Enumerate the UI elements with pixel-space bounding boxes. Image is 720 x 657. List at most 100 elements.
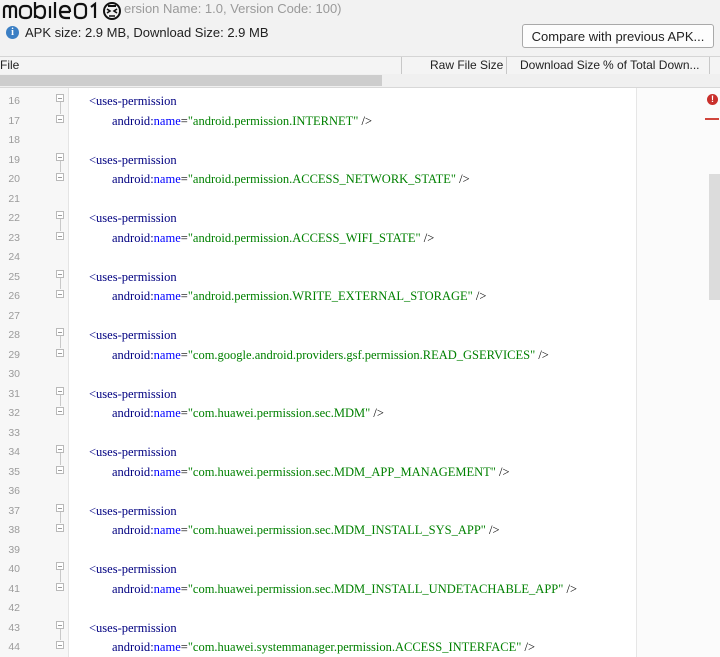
fold-icon[interactable] [56,173,64,181]
attribute-value: "android.permission.INTERNET" [187,113,359,128]
line-number: 35 [8,465,20,478]
code-line[interactable]: 39 [0,539,636,559]
column-divider[interactable] [506,57,507,74]
fold-icon[interactable] [56,386,64,395]
code-line[interactable]: 41 android:name="com.huawei.permission.se… [0,570,636,598]
code-line[interactable]: 29 android:name="com.google.android.provi… [0,336,636,364]
code-line[interactable]: 26 android:name="android.permission.WRITE… [0,277,636,305]
fold-icon[interactable] [56,562,64,570]
line-number: 31 [8,387,20,400]
equals-sign: = [180,406,188,420]
attribute-value: "android.permission.ACCESS_NETWORK_STATE… [187,172,457,186]
fold-icon[interactable] [56,524,64,532]
apk-size-text: APK size: 2.9 MB, Download Size: 2.9 MB [25,24,269,40]
fold-icon[interactable] [56,328,64,336]
column-header-download-size[interactable]: Download Size [520,58,600,73]
equals-sign: = [180,523,188,537]
fold-icon[interactable] [56,620,64,629]
fold-icon[interactable] [56,114,64,123]
code-line[interactable]: 40 <uses-permission [0,558,636,578]
column-header-percent-total[interactable]: % of Total Down... [603,58,700,73]
fold-icon[interactable] [56,152,64,161]
xml-tag-open: <uses-permission [89,386,177,401]
error-icon[interactable]: ! [707,94,718,105]
line-number: 20 [8,173,20,185]
code-line[interactable]: 31 <uses-permission [0,383,636,403]
code-line[interactable]: 25 <uses-permission [0,266,636,286]
code-line[interactable]: 37 <uses-permission [0,500,636,520]
vertical-scrollbar-thumb[interactable] [709,174,720,300]
fold-icon[interactable] [56,290,64,298]
fold-icon[interactable] [56,407,64,415]
code-line[interactable]: 43 <uses-permission [0,617,636,637]
apk-info-bar: mobile01 ersion Name: 1.0, Version Code:… [0,0,720,56]
fold-icon[interactable] [56,211,64,219]
code-line[interactable]: 17 android:name="android.permission.INTER… [0,102,636,130]
column-header-file[interactable]: File [0,58,19,73]
info-icon: i [6,25,19,39]
fold-guide [60,628,61,640]
line-number: 26 [8,290,20,302]
fold-icon[interactable] [56,94,64,102]
code-line[interactable]: 22 <uses-permission [0,207,636,227]
line-number: 29 [8,348,20,361]
code-line[interactable]: 23 android:name="android.permission.ACCES… [0,219,636,247]
equals-sign: = [180,230,188,245]
code-line[interactable]: 44 android:name="com.huawei.systemmanager… [0,628,636,656]
line-number: 40 [8,563,20,575]
line-number: 38 [8,524,20,536]
attribute-value: "com.huawei.permission.sec.MDM_APP_MANAG… [187,464,496,479]
fold-icon[interactable] [56,348,64,357]
fold-guide [60,219,61,231]
equals-sign: = [180,464,188,479]
code-line[interactable]: 34 <uses-permission [0,441,636,461]
code-line[interactable]: 36 [0,480,636,500]
code-line[interactable]: 20 android:name="android.permission.ACCES… [0,160,636,188]
horizontal-scrollbar-thumb[interactable] [0,75,382,86]
attribute-name: name [153,523,181,537]
xml-attribute: android:name="android.permission.INTERNE… [112,114,372,129]
line-number: 17 [8,114,20,127]
code-line[interactable]: 27 [0,305,636,325]
compare-with-previous-apk-button[interactable]: Compare with previous APK... [522,24,714,48]
code-line[interactable]: 18 [0,129,636,149]
code-line[interactable]: 38 android:name="com.huawei.permission.se… [0,511,636,539]
fold-icon[interactable] [56,465,64,474]
code-line[interactable]: 30 [0,363,636,383]
fold-icon[interactable] [56,582,64,591]
code-line[interactable]: 35 android:name="com.huawei.permission.se… [0,453,636,481]
code-line[interactable]: 32 android:name="com.huawei.permission.se… [0,394,636,422]
manifest-code-editor[interactable]: 16 <uses-permission 17 android:name="androi… [0,88,720,657]
code-line[interactable]: 24 [0,246,636,266]
code-line[interactable]: 19 <uses-permission [0,149,636,169]
tag-close: /> [420,230,435,245]
code-line[interactable]: 21 [0,188,636,208]
fold-icon[interactable] [56,445,64,453]
column-divider[interactable] [401,57,402,74]
code-line[interactable]: 28 <uses-permission [0,324,636,344]
fold-icon[interactable] [56,269,64,278]
column-header-raw-file-size[interactable]: Raw File Size [430,58,503,73]
horizontal-scrollbar[interactable] [0,74,720,88]
fold-guide [60,394,61,406]
code-line[interactable]: 33 [0,422,636,442]
attribute-value: "com.huawei.systemmanager.permission.ACC… [187,640,522,654]
xml-tag-open: <uses-permission [89,620,177,635]
column-divider[interactable] [709,57,710,74]
code-line[interactable]: 16 <uses-permission [0,90,636,110]
attribute-name: name [153,581,181,596]
error-marker[interactable] [705,118,719,120]
fold-icon[interactable] [56,231,64,240]
fold-icon[interactable] [56,503,64,512]
xml-attribute: android:name="com.huawei.permission.sec.… [112,465,510,480]
line-number: 43 [8,621,20,634]
attribute-name: name [153,230,181,245]
line-number: 28 [8,329,20,341]
line-number: 42 [8,602,20,614]
attribute-namespace: android [112,230,151,245]
xml-tag-open: <uses-permission [89,562,177,576]
attribute-name: name [153,406,181,420]
fold-icon[interactable] [56,641,64,649]
attribute-value: "com.huawei.permission.sec.MDM" [187,406,371,420]
code-line[interactable]: 42 [0,597,636,617]
